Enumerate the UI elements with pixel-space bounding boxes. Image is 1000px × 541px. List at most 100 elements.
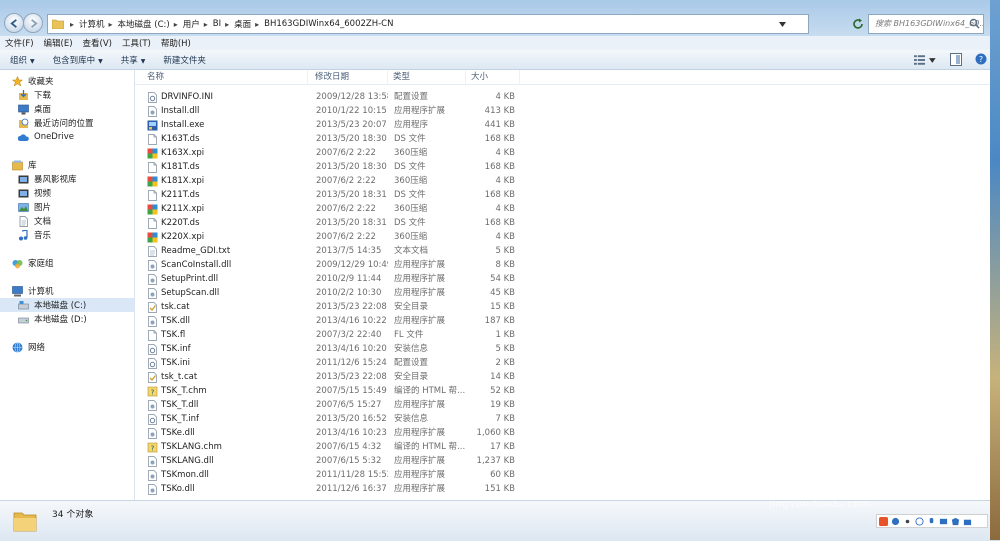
- organize-button[interactable]: 组织 ▼: [0, 54, 43, 66]
- file-row[interactable]: ScanCoInstall.dll 2009/12/29 10:49 应用程序扩展 8…: [135, 258, 695, 272]
- back-button[interactable]: [4, 13, 24, 33]
- nav-item-pictures[interactable]: 图片: [0, 200, 134, 214]
- file-row[interactable]: TSK_T.dll 2007/6/5 15:27 应用程序扩展 19 KB: [135, 398, 695, 412]
- file-date: 2013/4/16 10:20: [316, 344, 387, 354]
- breadcrumb-item[interactable]: 用户: [183, 18, 200, 30]
- nav-item-recent[interactable]: 最近访问的位置: [0, 116, 134, 130]
- file-row[interactable]: K211X.xpi 2007/6/2 2:22 360压缩 4 KB: [135, 202, 695, 216]
- file-row[interactable]: TSKLANG.dll 2007/6/15 5:32 应用程序扩展 1,237 KB: [135, 454, 695, 468]
- address-dropdown-button[interactable]: [775, 15, 789, 33]
- share-button[interactable]: 共享 ▼: [111, 54, 154, 66]
- nav-homegroup[interactable]: 家庭组: [0, 256, 134, 270]
- file-row[interactable]: ? TSKLANG.chm 2007/6/15 4:32 编译的 HTML 帮... 1…: [135, 440, 695, 454]
- breadcrumb-item[interactable]: BI: [213, 19, 221, 29]
- breadcrumb-separator-icon[interactable]: ▸: [109, 20, 113, 29]
- breadcrumb-item[interactable]: BH163GDIWinx64_6002ZH-CN: [264, 19, 393, 29]
- file-row[interactable]: SetupPrint.dll 2010/2/9 11:44 应用程序扩展 54 KB: [135, 272, 695, 286]
- breadcrumb-item[interactable]: 本地磁盘 (C:): [118, 18, 170, 30]
- column-date[interactable]: 修改日期: [315, 70, 388, 84]
- nav-item-music[interactable]: 音乐: [0, 228, 134, 242]
- chevron-down-icon: [929, 57, 936, 63]
- file-row[interactable]: DRVINFO.INI 2009/12/28 13:58 配置设置 4 KB: [135, 90, 695, 104]
- menu-item[interactable]: 工具(T): [117, 37, 156, 49]
- breadcrumb-separator-icon[interactable]: ▸: [70, 20, 74, 29]
- file-row[interactable]: K163T.ds 2013/5/20 18:30 DS 文件 168 KB: [135, 132, 695, 146]
- file-row[interactable]: TSKmon.dll 2011/11/28 15:52 应用程序扩展 60 KB: [135, 468, 695, 482]
- nav-item-desktop[interactable]: 桌面: [0, 102, 134, 116]
- file-row[interactable]: K181X.xpi 2007/6/2 2:22 360压缩 4 KB: [135, 174, 695, 188]
- nav-label: OneDrive: [34, 132, 74, 142]
- file-row[interactable]: TSKo.dll 2011/12/6 16:37 应用程序扩展 151 KB: [135, 482, 695, 496]
- file-row[interactable]: ? TSK_T.chm 2007/5/15 15:49 编译的 HTML 帮... 52…: [135, 384, 695, 398]
- file-type: DS 文件: [394, 134, 426, 144]
- file-row[interactable]: TSK_T.inf 2013/5/20 16:52 安装信息 7 KB: [135, 412, 695, 426]
- file-name: K163T.ds: [161, 134, 200, 144]
- file-row[interactable]: TSK.ini 2011/12/6 15:24 配置设置 2 KB: [135, 356, 695, 370]
- column-size[interactable]: 大小: [471, 70, 520, 84]
- dll-file-icon: [148, 274, 157, 285]
- file-row[interactable]: tsk_t.cat 2013/5/23 22:08 安全目录 14 KB: [135, 370, 695, 384]
- chinese-mode-icon[interactable]: [891, 517, 900, 526]
- file-row[interactable]: K220T.ds 2013/5/20 18:31 DS 文件 168 KB: [135, 216, 695, 230]
- emoji-icon[interactable]: [915, 516, 924, 526]
- breadcrumb-separator-icon[interactable]: ▸: [225, 20, 229, 29]
- file-row[interactable]: Readme_GDI.txt 2013/7/5 14:35 文本文档 5 KB: [135, 244, 695, 258]
- refresh-button[interactable]: [850, 14, 866, 34]
- ime-toolbar[interactable]: [876, 514, 988, 528]
- breadcrumb-separator-icon[interactable]: ▸: [255, 20, 259, 29]
- help-button[interactable]: ?: [975, 53, 987, 65]
- toolbox-icon[interactable]: [963, 517, 972, 526]
- pictures-icon: [18, 202, 29, 212]
- breadcrumb-separator-icon[interactable]: ▸: [174, 20, 178, 29]
- menu-item[interactable]: 编辑(E): [39, 37, 78, 49]
- nav-item-downloads[interactable]: 下载: [0, 88, 134, 102]
- file-row[interactable]: K181T.ds 2013/5/20 18:30 DS 文件 168 KB: [135, 160, 695, 174]
- menu-item[interactable]: 查看(V): [78, 37, 117, 49]
- column-type[interactable]: 类型: [393, 70, 466, 84]
- search-icon[interactable]: [969, 18, 980, 29]
- breadcrumb-separator-icon[interactable]: ▸: [204, 20, 208, 29]
- search-input[interactable]: 搜索 BH163GDIWinx64_60...: [868, 14, 984, 34]
- music-icon: [19, 229, 28, 240]
- nav-item-storm-library[interactable]: 暴风影视库: [0, 172, 134, 186]
- nav-favorites[interactable]: 收藏夹: [0, 74, 134, 88]
- file-row[interactable]: K220X.xpi 2007/6/2 2:22 360压缩 4 KB: [135, 230, 695, 244]
- skin-icon[interactable]: [951, 517, 960, 526]
- file-row[interactable]: K163X.xpi 2007/6/2 2:22 360压缩 4 KB: [135, 146, 695, 160]
- nav-item-documents[interactable]: 文档: [0, 214, 134, 228]
- file-row[interactable]: TSK.fl 2007/3/2 22:40 FL 文件 1 KB: [135, 328, 695, 342]
- file-row[interactable]: TSKe.dll 2013/4/16 10:23 应用程序扩展 1,060 KB: [135, 426, 695, 440]
- new-folder-button[interactable]: 新建文件夹: [153, 54, 214, 66]
- microphone-icon[interactable]: [927, 517, 936, 526]
- preview-pane-button[interactable]: [950, 53, 962, 66]
- column-name[interactable]: 名称: [147, 70, 308, 84]
- punctuation-icon[interactable]: [903, 517, 912, 526]
- nav-network[interactable]: 网络: [0, 340, 134, 354]
- breadcrumb-item[interactable]: 计算机: [79, 18, 105, 30]
- nav-item-onedrive[interactable]: OneDrive: [0, 130, 134, 144]
- nav-item-drive-c[interactable]: 本地磁盘 (C:): [0, 298, 134, 312]
- security-catalog-icon: [148, 372, 157, 383]
- menu-item[interactable]: 文件(F): [0, 37, 39, 49]
- file-row[interactable]: TSK.dll 2013/4/16 10:22 应用程序扩展 187 KB: [135, 314, 695, 328]
- file-row[interactable]: Install.dll 2010/1/22 10:15 应用程序扩展 413 KB: [135, 104, 695, 118]
- file-type: 安全目录: [394, 302, 429, 312]
- nav-computer[interactable]: 计算机: [0, 284, 134, 298]
- file-row[interactable]: K211T.ds 2013/5/20 18:31 DS 文件 168 KB: [135, 188, 695, 202]
- menu-item[interactable]: 帮助(H): [156, 37, 196, 49]
- file-row[interactable]: tsk.cat 2013/5/23 22:08 安全目录 15 KB: [135, 300, 695, 314]
- file-row[interactable]: Install.exe 2013/5/23 20:07 应用程序 441 KB: [135, 118, 695, 132]
- include-in-library-button[interactable]: 包含到库中 ▼: [43, 54, 111, 66]
- nav-libraries[interactable]: 库: [0, 158, 134, 172]
- change-view-button[interactable]: [914, 54, 936, 66]
- forward-button[interactable]: [23, 13, 43, 33]
- file-row[interactable]: TSK.inf 2013/4/16 10:20 安装信息 5 KB: [135, 342, 695, 356]
- nav-item-videos[interactable]: 视频: [0, 186, 134, 200]
- file-row[interactable]: SetupScan.dll 2010/2/2 10:30 应用程序扩展 45 KB: [135, 286, 695, 300]
- nav-item-drive-d[interactable]: 本地磁盘 (D:): [0, 312, 134, 326]
- sogou-s-icon[interactable]: [879, 516, 888, 526]
- breadcrumb-item[interactable]: 桌面: [234, 18, 251, 30]
- file-size: 7 KB: [495, 414, 515, 424]
- keyboard-icon[interactable]: [939, 517, 948, 526]
- address-bar[interactable]: ▸ 计算机 ▸ 本地磁盘 (C:) ▸ 用户 ▸ BI ▸ 桌面 ▸ BH163GDIWinx64_6…: [47, 14, 809, 34]
